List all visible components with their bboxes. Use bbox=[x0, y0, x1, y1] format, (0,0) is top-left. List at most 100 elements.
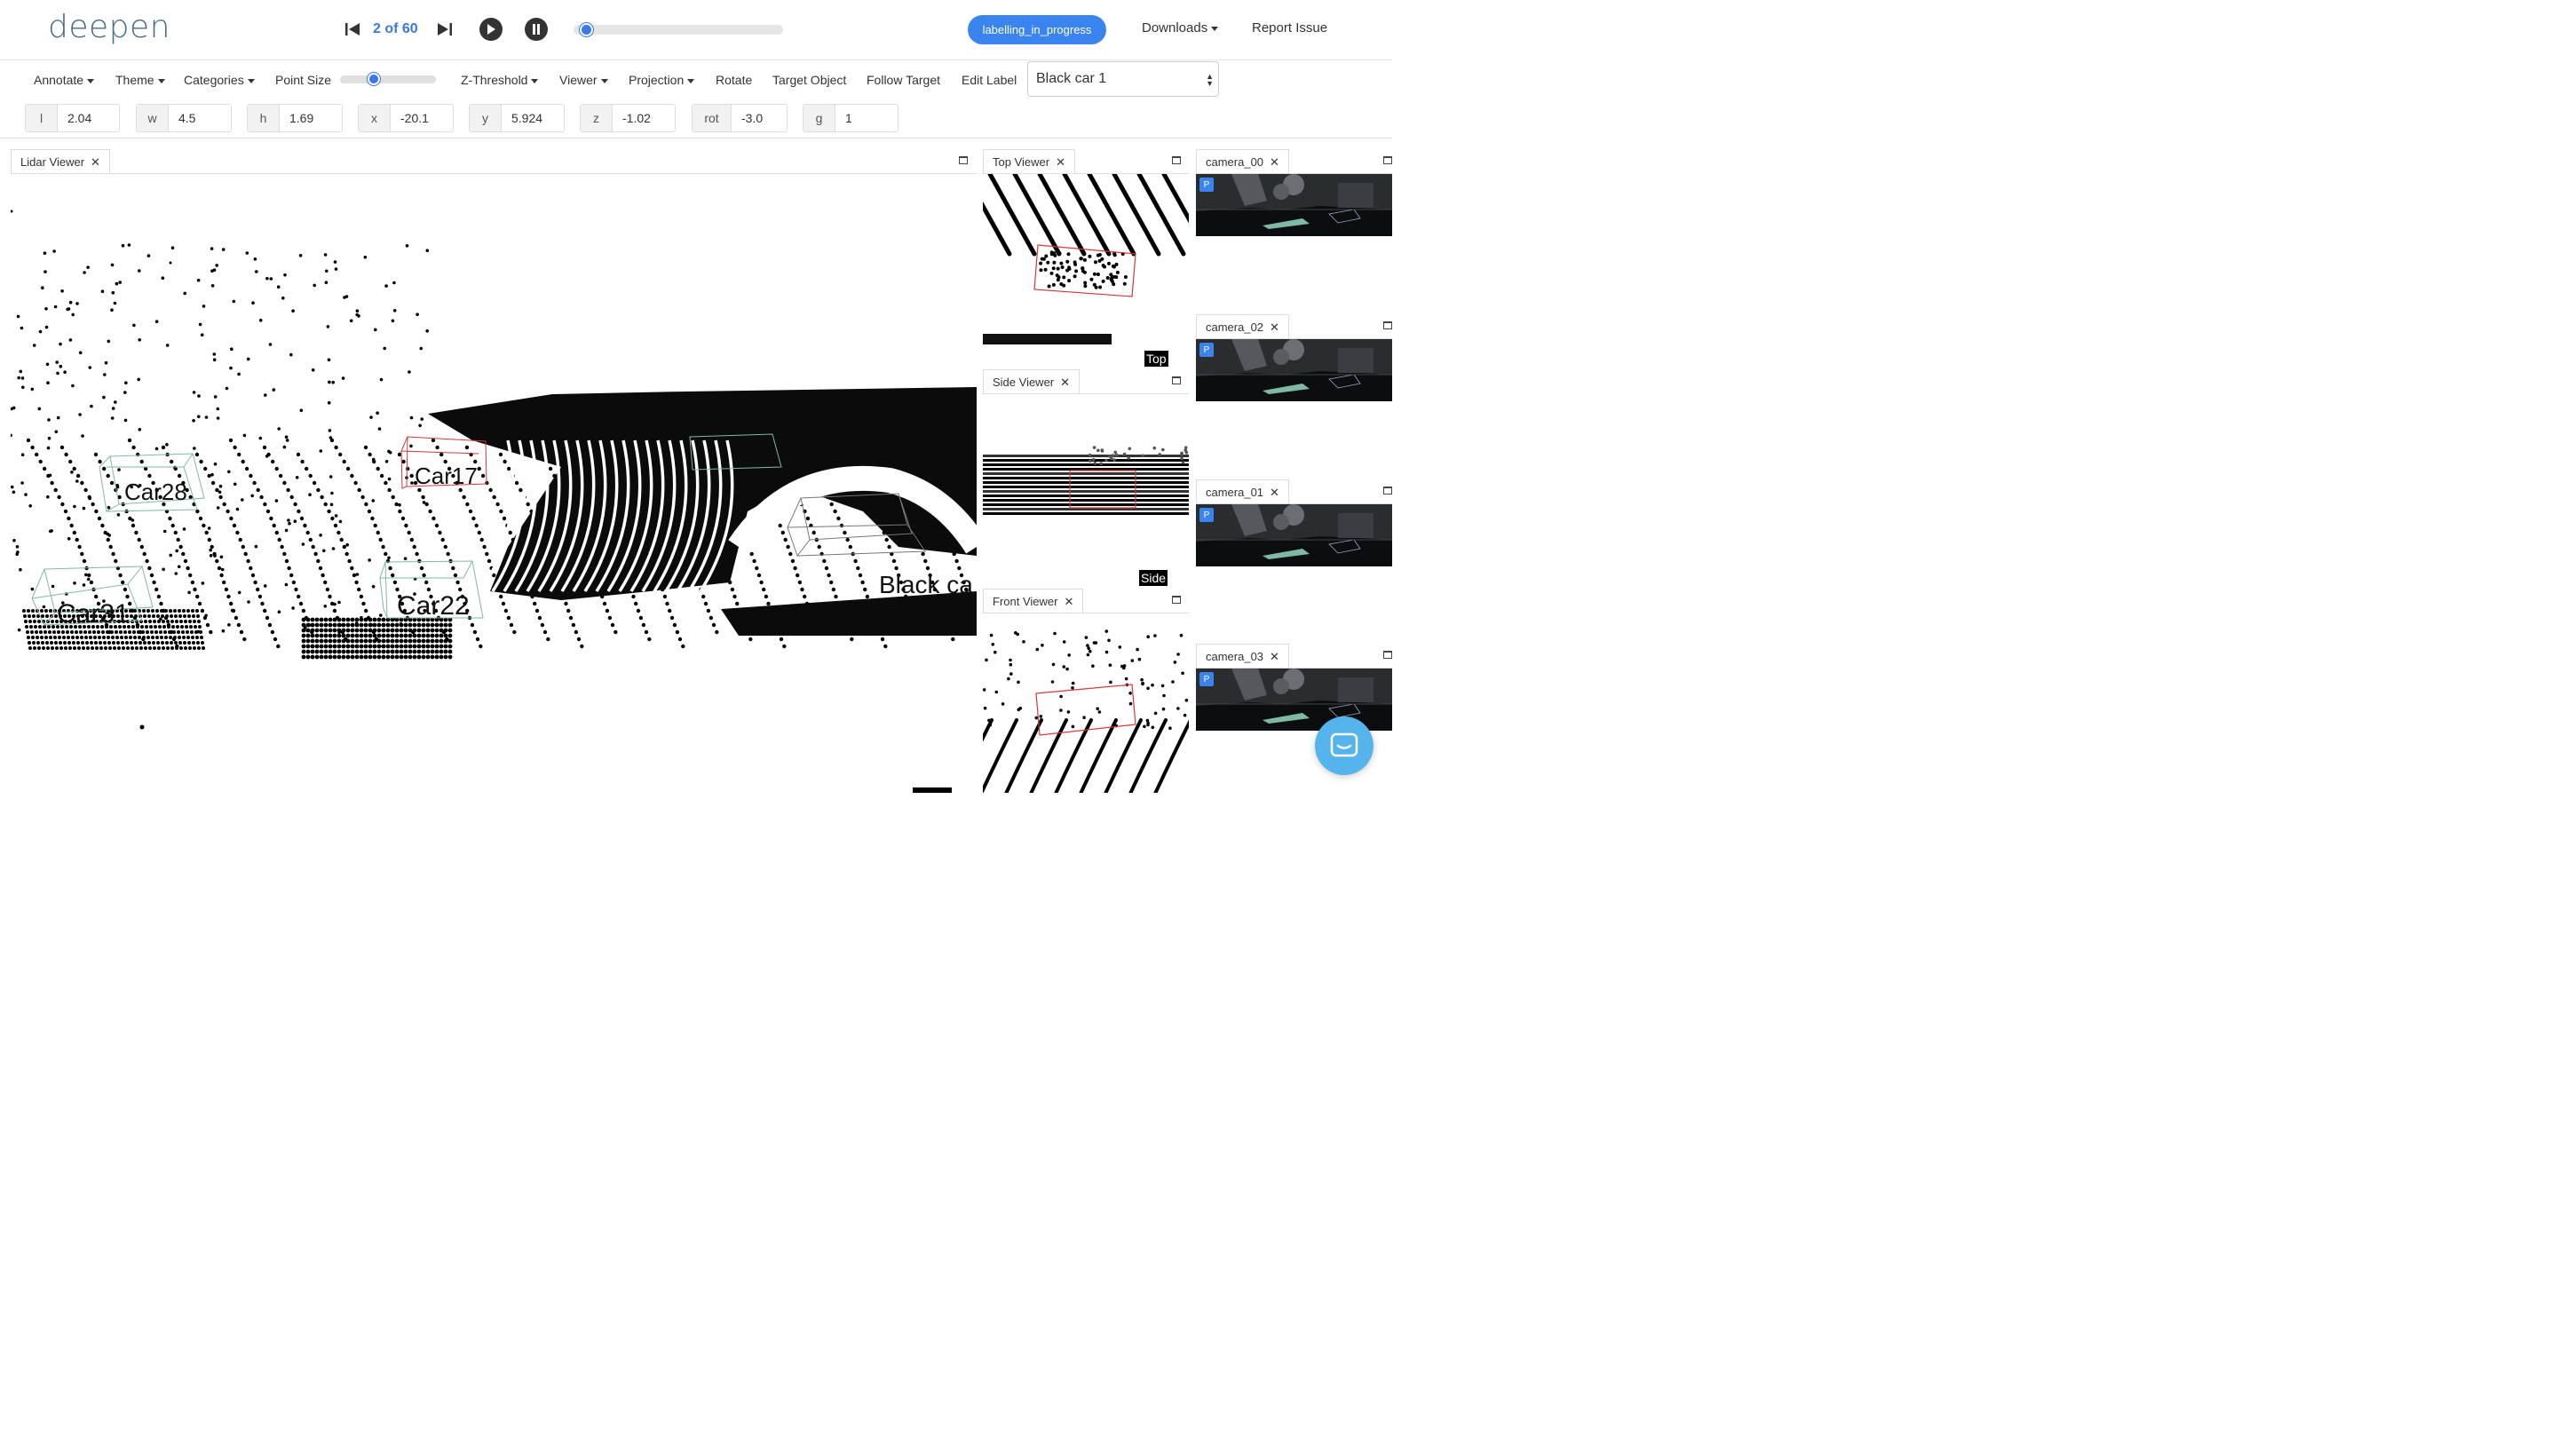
maximize-icon[interactable] bbox=[1383, 487, 1392, 495]
projection-badge[interactable]: P bbox=[1199, 343, 1214, 357]
maximize-icon[interactable] bbox=[1383, 651, 1392, 659]
camera-viewport[interactable]: P bbox=[1196, 338, 1392, 476]
maximize-icon[interactable] bbox=[1383, 321, 1392, 329]
tab-camera_00[interactable]: camera_00 ✕ bbox=[1196, 149, 1289, 173]
label-black-car-1[interactable]: Black ca bbox=[879, 571, 973, 598]
top-view-scan-lines bbox=[983, 174, 1189, 257]
maximize-icon[interactable] bbox=[1172, 156, 1181, 164]
close-icon[interactable]: ✕ bbox=[1064, 595, 1073, 608]
frame-counter: 2 of 60 bbox=[373, 21, 418, 36]
close-icon[interactable]: ✕ bbox=[1270, 486, 1279, 499]
front-view-cloud[interactable] bbox=[983, 613, 1189, 793]
close-icon[interactable]: ✕ bbox=[91, 155, 100, 169]
downloads-dropdown[interactable]: Downloads bbox=[1142, 20, 1219, 36]
maximize-icon[interactable] bbox=[959, 156, 968, 164]
frame-progress-slider[interactable] bbox=[574, 23, 783, 36]
chevron-down-icon bbox=[531, 78, 539, 83]
dimension-value-input[interactable]: 5.924 bbox=[502, 105, 564, 131]
close-icon[interactable]: ✕ bbox=[1060, 376, 1070, 389]
downloads-label: Downloads bbox=[1142, 20, 1208, 36]
dimension-field-0[interactable]: l 2.04 bbox=[25, 104, 120, 132]
deepen-logo[interactable]: deepen bbox=[48, 9, 170, 45]
tab-camera_01[interactable]: camera_01 ✕ bbox=[1196, 479, 1289, 503]
dimension-value-input[interactable]: -3.0 bbox=[732, 105, 787, 131]
dimension-field-1[interactable]: w 4.5 bbox=[136, 104, 232, 132]
lidar-point-cloud[interactable]: Car28 Car17 Car31 Car22 Black ca bbox=[11, 174, 977, 793]
dimension-value-input[interactable]: 1 bbox=[835, 105, 898, 131]
play-button[interactable] bbox=[479, 18, 503, 41]
annotate-menu[interactable]: Annotate bbox=[34, 73, 95, 87]
dimension-value-input[interactable]: 2.04 bbox=[58, 105, 119, 131]
point-size-slider[interactable] bbox=[340, 73, 436, 85]
projection-menu[interactable]: Projection bbox=[629, 73, 695, 87]
dimension-key: x bbox=[359, 105, 391, 131]
dimension-key: h bbox=[248, 105, 280, 131]
close-icon[interactable]: ✕ bbox=[1270, 155, 1279, 169]
frame-progress-knob[interactable] bbox=[580, 23, 594, 36]
follow-target-button[interactable]: Follow Target bbox=[867, 73, 940, 87]
dimension-value-input[interactable]: 4.5 bbox=[169, 105, 231, 131]
viewer-menu[interactable]: Viewer bbox=[559, 73, 608, 87]
label-car22[interactable]: Car22 bbox=[397, 591, 470, 621]
label-car31[interactable]: Car31 bbox=[57, 599, 130, 629]
tab-side-viewer[interactable]: Side Viewer ✕ bbox=[983, 369, 1081, 393]
camera-title: camera_00 bbox=[1206, 155, 1264, 169]
dimension-value-input[interactable]: -20.1 bbox=[391, 105, 453, 131]
maximize-icon[interactable] bbox=[1172, 596, 1181, 604]
dimension-field-4[interactable]: y 5.924 bbox=[469, 104, 565, 132]
label-car28[interactable]: Car28 bbox=[124, 479, 187, 505]
target-object-button[interactable]: Target Object bbox=[772, 73, 846, 87]
dimension-key: l bbox=[26, 105, 58, 131]
chevron-down-icon bbox=[600, 78, 608, 83]
dimension-field-6[interactable]: rot -3.0 bbox=[692, 104, 788, 132]
projection-badge[interactable]: P bbox=[1199, 178, 1214, 192]
categories-menu[interactable]: Categories bbox=[184, 73, 255, 87]
point-size-label: Point Size bbox=[275, 73, 332, 87]
dimension-field-7[interactable]: g1 bbox=[803, 104, 899, 132]
camera-image: P bbox=[1196, 174, 1392, 236]
tab-camera_03[interactable]: camera_03 ✕ bbox=[1196, 644, 1289, 668]
dimension-value-input[interactable]: 1.69 bbox=[280, 105, 342, 131]
dimension-field-5[interactable]: z -1.02 bbox=[580, 104, 676, 132]
front-viewport[interactable] bbox=[983, 613, 1189, 793]
tab-lidar-viewer[interactable]: Lidar Viewer ✕ bbox=[11, 149, 110, 173]
projection-badge[interactable]: P bbox=[1199, 508, 1214, 522]
camera-viewport[interactable]: P bbox=[1196, 173, 1392, 311]
side-view-selected-box[interactable] bbox=[1069, 470, 1136, 509]
side-viewport[interactable]: Side bbox=[983, 393, 1189, 587]
dimension-field-2[interactable]: h 1.69 bbox=[247, 104, 343, 132]
label-car17[interactable]: Car17 bbox=[415, 463, 478, 489]
pause-button[interactable] bbox=[525, 18, 548, 41]
status-badge[interactable]: labelling_in_progress bbox=[968, 15, 1106, 44]
top-view-cloud[interactable] bbox=[983, 174, 1189, 367]
skip-back-icon[interactable] bbox=[343, 20, 362, 39]
maximize-icon[interactable] bbox=[1172, 376, 1181, 384]
theme-menu[interactable]: Theme bbox=[115, 73, 165, 87]
point-size-knob[interactable] bbox=[367, 73, 380, 85]
close-icon[interactable]: ✕ bbox=[1270, 320, 1279, 334]
chevron-down-icon bbox=[687, 78, 695, 83]
close-icon[interactable]: ✕ bbox=[1270, 650, 1279, 663]
edit-label-button[interactable]: Edit Label bbox=[962, 73, 1017, 87]
maximize-icon[interactable] bbox=[1383, 156, 1392, 164]
dimension-key: y bbox=[470, 105, 502, 131]
tab-camera_02[interactable]: camera_02 ✕ bbox=[1196, 314, 1289, 338]
rotate-button[interactable]: Rotate bbox=[716, 73, 752, 87]
play-icon bbox=[487, 24, 495, 35]
tab-front-viewer[interactable]: Front Viewer ✕ bbox=[983, 589, 1084, 613]
dimension-value-input[interactable]: -1.02 bbox=[613, 105, 675, 131]
dimension-field-3[interactable]: x -20.1 bbox=[358, 104, 454, 132]
projection-badge[interactable]: P bbox=[1199, 672, 1214, 686]
label-select[interactable]: Black car 1 ▲ ▼ bbox=[1027, 61, 1219, 97]
camera-viewport[interactable]: P bbox=[1196, 503, 1392, 641]
chat-icon bbox=[1330, 732, 1358, 757]
lidar-viewport[interactable]: Car28 Car17 Car31 Car22 Black ca bbox=[11, 173, 977, 793]
tab-top-viewer[interactable]: Top Viewer ✕ bbox=[983, 149, 1075, 173]
top-viewport[interactable]: Top bbox=[983, 173, 1189, 367]
skip-forward-icon[interactable] bbox=[435, 20, 455, 39]
z-threshold-menu[interactable]: Z-Threshold bbox=[461, 73, 539, 87]
report-issue-link[interactable]: Report Issue bbox=[1252, 20, 1327, 36]
close-icon[interactable]: ✕ bbox=[1056, 155, 1065, 169]
chat-support-button[interactable] bbox=[1315, 716, 1373, 775]
side-view-cloud[interactable] bbox=[983, 394, 1189, 587]
